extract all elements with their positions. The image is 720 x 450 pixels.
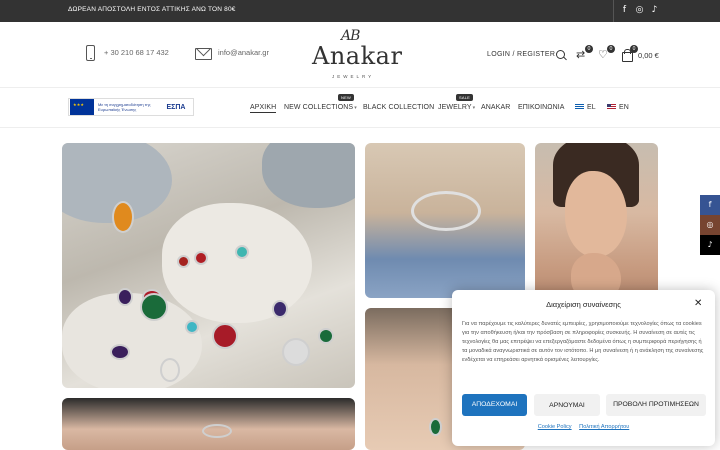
phone-number[interactable]: + 30 210 68 17 432	[104, 48, 169, 57]
facebook-icon[interactable]: f	[620, 5, 629, 16]
side-tiktok-icon[interactable]: ♪	[700, 235, 720, 255]
cookie-dialog-title: Διαχείριση συναίνεσης	[546, 300, 621, 309]
silver-ring	[160, 358, 180, 382]
nav-item-label: ΕΠΙΚΟΙΝΩΝΙΑ	[518, 104, 565, 111]
wishlist-icon[interactable]: ♡ 0	[598, 45, 615, 61]
topbar-social-links: f ◎ ♪	[620, 5, 659, 16]
close-icon[interactable]: ✕	[694, 298, 702, 309]
compare-count-badge: 0	[585, 45, 593, 53]
nav-item-label: JEWELRY	[438, 104, 472, 111]
search-icon[interactable]	[555, 49, 567, 61]
topbar-divider	[613, 0, 614, 22]
nav-item-label: ΑΡΧΙΚΗ	[250, 104, 277, 111]
amethyst-stone	[272, 300, 288, 318]
main-navigation-bar: Με τη συγχρηματοδότηση της Ευρωπαϊκής Έν…	[0, 88, 720, 128]
logo-name: Anakar	[312, 42, 403, 70]
nav-item-label: EL	[587, 104, 596, 111]
cookie-policy-links: Cookie Policy Πολιτική Απορρήτου	[452, 424, 715, 430]
silver-ring	[282, 338, 310, 366]
uk-flag-icon	[607, 104, 616, 110]
face-shape	[565, 171, 627, 257]
view-preferences-button[interactable]: ΠΡΟΒΟΛΗ ΠΡΟΤΙΜΗΣΕΩΝ	[606, 394, 706, 416]
rock-shape	[262, 143, 355, 208]
silver-ring	[202, 424, 232, 438]
nav-item-anakar[interactable]: ANAKAR	[481, 104, 510, 111]
emerald-stone	[140, 293, 168, 321]
amber-ring	[112, 201, 134, 233]
ring-hand-image[interactable]	[62, 398, 355, 450]
nav-item-jewelry[interactable]: JEWELRY▾ SALE	[438, 94, 476, 111]
nav-item-label: BLACK COLLECTION	[363, 104, 435, 111]
instagram-icon[interactable]: ◎	[635, 5, 644, 16]
amethyst-stone	[117, 288, 133, 306]
cart-icon[interactable]: 0	[621, 45, 638, 62]
greek-flag-icon	[575, 104, 584, 110]
chevron-down-icon: ▾	[472, 105, 476, 111]
nav-item-label: NEW COLLECTIONS	[284, 104, 354, 111]
eu-flag-icon	[70, 99, 94, 115]
red-stone	[177, 255, 190, 268]
tiktok-icon[interactable]: ♪	[650, 5, 659, 16]
cart-total[interactable]: 0,00 €	[638, 51, 659, 60]
nav-item-lang-el[interactable]: EL	[575, 104, 596, 111]
espa-banner[interactable]: Με τη συγχρηματοδότηση της Ευρωπαϊκής Έν…	[68, 98, 194, 116]
rock-shape	[62, 293, 202, 388]
red-stone	[212, 323, 238, 349]
nav-item-home[interactable]: ΑΡΧΙΚΗ	[250, 104, 277, 113]
nav-item-contact[interactable]: ΕΠΙΚΟΙΝΩΝΙΑ	[518, 104, 565, 111]
turquoise-stone	[185, 320, 199, 334]
nav-item-label: EN	[619, 104, 629, 111]
mail-icon	[195, 48, 212, 60]
deny-cookies-button[interactable]: ΑΡΝΟΥΜΑΙ	[534, 394, 600, 416]
silver-bracelet	[411, 191, 481, 231]
nav-item-lang-en[interactable]: EN	[607, 104, 629, 111]
cookie-dialog-text: Για να παρέχουμε τις καλύτερες δυνατές ε…	[462, 321, 704, 363]
espa-text: Με τη συγχρηματοδότηση της Ευρωπαϊκής Έν…	[98, 102, 151, 112]
side-facebook-icon[interactable]: f	[700, 195, 720, 215]
red-stone	[194, 251, 208, 265]
sale-badge: SALE	[456, 94, 474, 101]
amethyst-stone	[110, 344, 130, 360]
wishlist-count-badge: 0	[607, 45, 615, 53]
compare-icon[interactable]: ⇄ 0	[576, 45, 593, 61]
accept-cookies-button[interactable]: ΑΠΟΔΕΧΟΜΑΙ	[462, 394, 527, 416]
nav-item-black-collection[interactable]: BLACK COLLECTION	[363, 104, 434, 111]
phone-icon	[86, 45, 95, 61]
chevron-down-icon: ▾	[354, 105, 357, 111]
top-announcement-bar: ΔΩΡΕΑΝ ΑΠΟΣΤΟΛΗ ΕΝΤΟΣ ΑΤΤΙΚΗΣ ΑΝΩ ΤΟΝ 80…	[0, 0, 720, 22]
logo-subtitle: JEWELRY	[332, 74, 375, 79]
emerald-stone	[318, 328, 334, 344]
earrings-model-image[interactable]	[535, 143, 658, 298]
nav-item-new-collections[interactable]: NEW COLLECTIONS▾ NEW	[284, 94, 357, 111]
nav-item-label: ANAKAR	[481, 104, 511, 111]
espa-logo: ΕΣΠΑ	[166, 103, 186, 111]
new-badge: NEW	[338, 94, 354, 101]
email-link[interactable]: info@anakar.gr	[218, 48, 269, 57]
privacy-policy-link[interactable]: Πολιτική Απορρήτου	[579, 424, 629, 430]
cookie-consent-dialog: Διαχείριση συναίνεσης ✕ Για να παρέχουμε…	[452, 290, 715, 446]
side-instagram-icon[interactable]: ◎	[700, 215, 720, 235]
hero-jewelry-image[interactable]	[62, 143, 355, 388]
site-logo[interactable]: ΑΒ Anakar JEWELRY	[310, 28, 410, 86]
cookie-policy-link[interactable]: Cookie Policy	[538, 424, 572, 430]
free-shipping-text: ΔΩΡΕΑΝ ΑΠΟΣΤΟΛΗ ΕΝΤΟΣ ΑΤΤΙΚΗΣ ΑΝΩ ΤΟΝ 80…	[68, 6, 236, 13]
cart-count-badge: 0	[630, 45, 638, 53]
emerald-pendant	[429, 418, 442, 436]
site-header: + 30 210 68 17 432 info@anakar.gr ΑΒ Ana…	[0, 22, 720, 88]
login-register-link[interactable]: LOGIN / REGISTER	[487, 51, 555, 58]
bracelet-image[interactable]	[365, 143, 525, 298]
turquoise-stone	[235, 245, 249, 259]
